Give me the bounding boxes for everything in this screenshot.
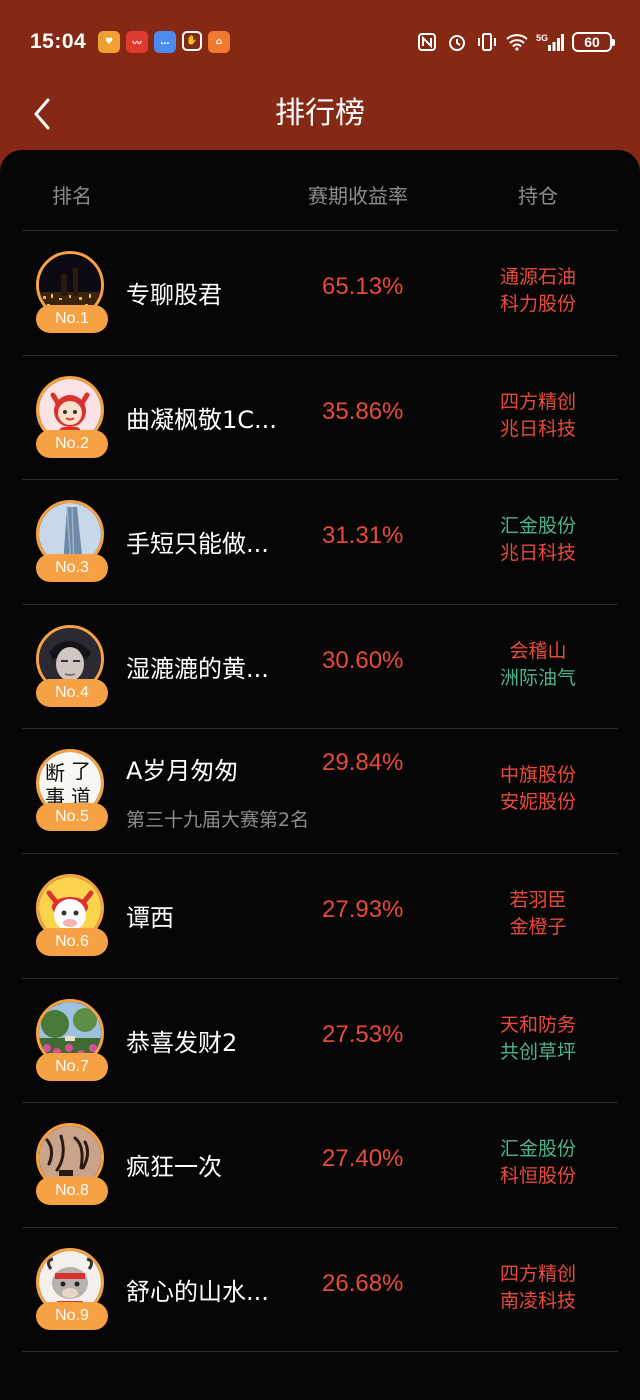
wifi-icon (506, 31, 528, 53)
svg-text:了: 了 (71, 759, 91, 783)
notification-icons: ♥ 〰 … ✋ ⌂ (98, 31, 230, 53)
rank-badge: No.4 (36, 678, 108, 707)
user-subtitle: 第三十九届大赛第2名 (126, 809, 310, 832)
holdings: 汇金股份 兆日科技 (478, 513, 598, 567)
ranking-row[interactable]: No.2 曲凝枫敬1C... 35.86% 四方精创 兆日科技 (0, 356, 640, 480)
status-time: 15:04 (30, 30, 87, 53)
user-avatar-wrap[interactable]: 断了事道 No.5 (36, 749, 108, 832)
holding-stock[interactable]: 金橙子 (478, 914, 598, 941)
return-rate: 31.31% (322, 522, 404, 550)
holding-stock[interactable]: 通源石油 (478, 264, 598, 291)
user-avatar-wrap[interactable]: No.1 (36, 251, 108, 333)
return-rate: 65.13% (322, 273, 404, 300)
header-holdings: 持仓 (518, 184, 558, 208)
status-bar: 15:04 ♥ 〰 … ✋ ⌂ 5G 60 (0, 0, 640, 88)
holdings: 四方精创 兆日科技 (478, 389, 598, 443)
holdings: 四方精创 南凌科技 (478, 1261, 598, 1315)
user-name[interactable]: 曲凝枫敬1C... (126, 400, 277, 435)
holding-stock[interactable]: 洲际油气 (478, 665, 598, 692)
app-hand-icon: ✋ (182, 31, 202, 51)
holding-stock[interactable]: 汇金股份 (478, 513, 598, 540)
user-name[interactable]: A岁月匆匆 (126, 751, 238, 786)
rank-badge: No.9 (36, 1301, 108, 1330)
alarm-icon (446, 31, 468, 53)
rank-badge: No.5 (36, 803, 108, 832)
user-name[interactable]: 专聊股君 (126, 275, 222, 310)
user-avatar-wrap[interactable]: No.7 (36, 998, 108, 1081)
holding-stock[interactable]: 安妮股份 (478, 789, 598, 816)
ranking-row[interactable]: No.9 舒心的山水... 26.68% 四方精创 南凌科技 (0, 1228, 640, 1352)
return-rate: 27.40% (322, 1145, 404, 1173)
holding-stock[interactable]: 汇金股份 (478, 1136, 598, 1163)
return-rate: 29.84% (322, 749, 404, 777)
return-rate: 27.53% (322, 1020, 404, 1048)
rank-badge: No.1 (36, 305, 108, 333)
nav-bar: 排行榜 (0, 88, 640, 150)
return-rate: 35.86% (322, 397, 404, 425)
holding-stock[interactable]: 天和防务 (478, 1012, 598, 1039)
ranking-row[interactable]: No.7 恭喜发财2 27.53% 天和防务 共创草坪 (0, 979, 640, 1103)
signal-5g-icon: 5G (536, 31, 564, 53)
user-name[interactable]: 疯狂一次 (126, 1147, 222, 1182)
rank-badge: No.3 (36, 554, 108, 583)
svg-text:断: 断 (45, 761, 65, 785)
user-avatar-wrap[interactable]: No.3 (36, 500, 108, 583)
holding-stock[interactable]: 兆日科技 (478, 416, 598, 443)
system-icons: 5G 60 (416, 31, 615, 53)
holdings: 会稽山 洲际油气 (478, 638, 598, 692)
ranking-panel: 排名 赛期收益率 持仓 No.1 专聊股君 65.13% 通源石油 科力股份 No.2 曲凝… (0, 150, 640, 1400)
holding-stock[interactable]: 会稽山 (478, 638, 598, 665)
row-divider (22, 1351, 618, 1353)
ranking-row[interactable]: No.8 疯狂一次 27.40% 汇金股份 科恒股份 (0, 1103, 640, 1227)
holding-stock[interactable]: 四方精创 (478, 1261, 598, 1288)
holdings: 若羽臣 金橙子 (478, 887, 598, 941)
user-name[interactable]: 恭喜发财2 (126, 1023, 237, 1058)
app-heart-icon: ♥ (98, 31, 120, 53)
holdings: 天和防务 共创草坪 (478, 1012, 598, 1066)
ranking-row[interactable]: No.1 专聊股君 65.13% 通源石油 科力股份 (0, 231, 640, 355)
ranking-row[interactable]: No.6 谭西 27.93% 若羽臣 金橙子 (0, 854, 640, 978)
user-avatar-wrap[interactable]: No.4 (36, 624, 108, 707)
holding-stock[interactable]: 科力股份 (478, 291, 598, 318)
header-rank: 排名 (52, 184, 92, 208)
app-message-icon: … (154, 31, 176, 53)
rank-badge: No.2 (36, 429, 108, 458)
ranking-row[interactable]: 断了事道 No.5 A岁月匆匆第三十九届大赛第2名 29.84% 中旗股份 安妮股份 (0, 729, 640, 853)
holdings: 汇金股份 科恒股份 (478, 1136, 598, 1190)
holdings: 通源石油 科力股份 (478, 264, 598, 318)
user-avatar-wrap[interactable]: No.9 (36, 1247, 108, 1330)
user-name[interactable]: 舒心的山水... (126, 1272, 269, 1307)
return-rate: 30.60% (322, 646, 404, 674)
holding-stock[interactable]: 兆日科技 (478, 540, 598, 567)
page-title: 排行榜 (275, 96, 365, 131)
app-stock-icon: 〰 (126, 31, 148, 53)
holding-stock[interactable]: 中旗股份 (478, 762, 598, 789)
return-rate: 26.68% (322, 1269, 404, 1297)
user-avatar-wrap[interactable]: No.2 (36, 375, 108, 458)
user-name[interactable]: 手短只能做... (126, 524, 269, 559)
user-name[interactable]: 谭西 (126, 898, 174, 933)
table-header: 排名 赛期收益率 持仓 (0, 150, 640, 230)
nfc-icon (416, 31, 438, 53)
user-avatar-wrap[interactable]: No.8 (36, 1123, 108, 1206)
return-rate: 27.93% (322, 896, 404, 923)
battery-icon: 60 (572, 32, 615, 52)
holding-stock[interactable]: 南凌科技 (478, 1288, 598, 1315)
header-return: 赛期收益率 (308, 184, 408, 208)
holding-stock[interactable]: 科恒股份 (478, 1163, 598, 1190)
holding-stock[interactable]: 若羽臣 (478, 887, 598, 914)
holding-stock[interactable]: 共创草坪 (478, 1039, 598, 1066)
svg-text:5G: 5G (536, 33, 548, 43)
rank-badge: No.7 (36, 1052, 108, 1081)
holdings: 中旗股份 安妮股份 (478, 762, 598, 816)
rank-badge: No.6 (36, 928, 108, 956)
user-avatar-wrap[interactable]: No.6 (36, 874, 108, 956)
rank-badge: No.8 (36, 1177, 108, 1206)
holding-stock[interactable]: 四方精创 (478, 389, 598, 416)
user-name[interactable]: 湿漉漉的黄... (126, 649, 269, 684)
ranking-row[interactable]: No.3 手短只能做... 31.31% 汇金股份 兆日科技 (0, 480, 640, 604)
vibrate-icon (476, 31, 498, 53)
app-house-icon: ⌂ (208, 31, 230, 53)
ranking-row[interactable]: No.4 湿漉漉的黄... 30.60% 会稽山 洲际油气 (0, 605, 640, 729)
